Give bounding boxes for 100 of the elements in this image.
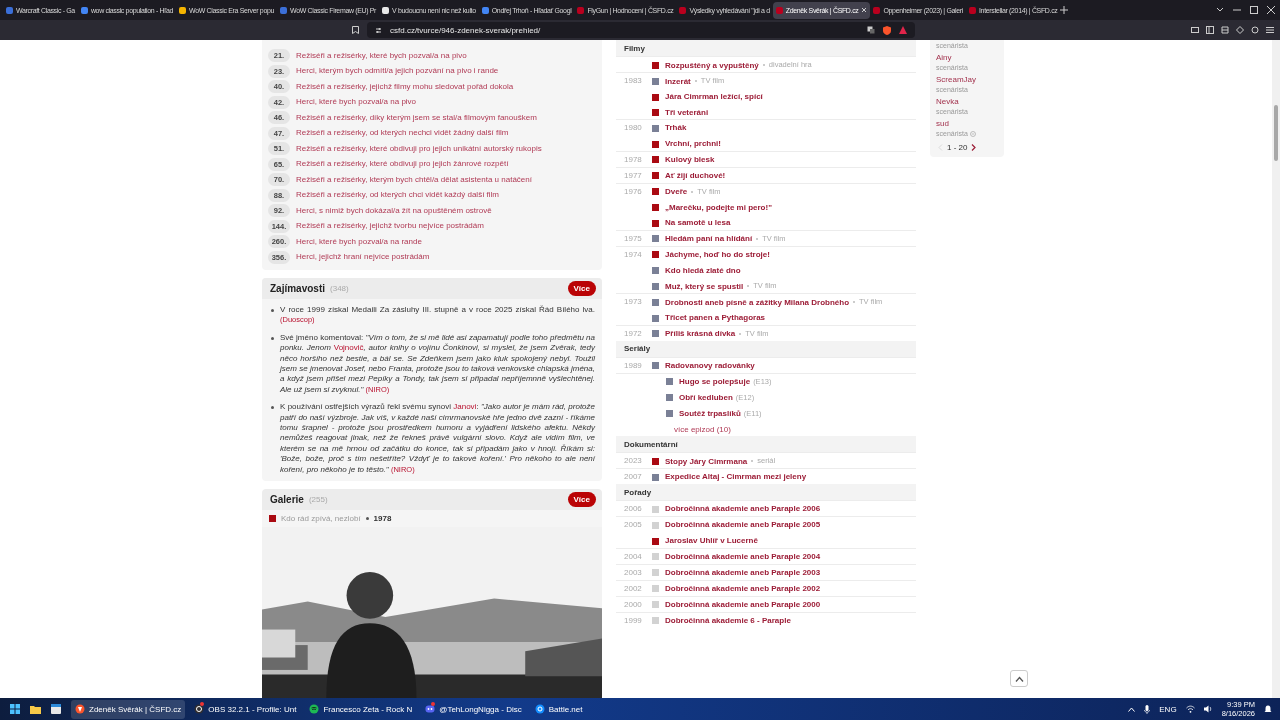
title-link[interactable]: Radovanovy radovánky bbox=[665, 360, 755, 370]
person-link[interactable]: Vojnovič bbox=[333, 343, 364, 353]
shield-icon[interactable] bbox=[883, 25, 891, 35]
favicon-icon bbox=[481, 6, 489, 14]
taskbar-app[interactable]: Zdeněk Svěrák | ČSFD.cz bbox=[71, 699, 186, 719]
ranking-link[interactable]: Režiséři a režisérky, kterým bych chtěl/a dělat asistenta u natáčení bbox=[296, 174, 532, 185]
year-label: 1978 bbox=[624, 154, 643, 165]
title-link[interactable]: Drobnosti aneb písně a zážitky Milana Drobného bbox=[665, 297, 850, 307]
scrollbar[interactable] bbox=[1272, 40, 1280, 698]
title-link[interactable]: Dobročinná akademie aneb Paraple 2004 bbox=[665, 551, 821, 561]
notification-icon[interactable] bbox=[1264, 704, 1272, 714]
title-link[interactable]: Rozpuštěný a vypuštěný bbox=[665, 60, 759, 70]
warning-icon[interactable] bbox=[899, 26, 907, 34]
title-link[interactable]: Muž, který se spustil bbox=[665, 281, 744, 291]
extension-icon[interactable] bbox=[1206, 26, 1214, 34]
more-button[interactable]: Více bbox=[567, 281, 596, 296]
title-link[interactable]: Kulový blesk bbox=[665, 154, 715, 164]
ranking-link[interactable]: Herci, které bych pozval/a na rande bbox=[296, 236, 422, 247]
section-header: Seriály bbox=[616, 340, 916, 357]
app-icon bbox=[309, 704, 320, 714]
title-link[interactable]: Dobročinná akademie aneb Paraple 2003 bbox=[665, 567, 821, 577]
ranking-link[interactable]: Režiséři a režisérky, které obdivuji pro jejich žánrové rozpětí bbox=[296, 159, 509, 170]
address-bar[interactable]: csfd.cz/tvurce/946-zdenek-sverak/prehled/ bbox=[367, 22, 915, 38]
title-link[interactable]: Dveře bbox=[665, 187, 688, 196]
title-link[interactable]: Dobročinná akademie aneb Paraple 2005 bbox=[665, 520, 821, 529]
ranking-link[interactable]: Režiséři a režisérky, jejichž tvorbu nejvíce postrádám bbox=[296, 221, 484, 232]
bullet-dot bbox=[271, 309, 274, 312]
episode-link[interactable]: Obří kedluben bbox=[679, 393, 733, 402]
title-link[interactable]: Jáchyme, hoď ho do stroje! bbox=[665, 249, 770, 259]
title-link[interactable]: Kdo hledá zlaté dno bbox=[665, 265, 741, 275]
microphone-icon[interactable] bbox=[1144, 704, 1151, 714]
title-link[interactable]: Tři veteráni bbox=[665, 107, 709, 117]
ranking-link[interactable]: Režiséři a režisérky, které bych pozval/a na pivo bbox=[296, 50, 467, 61]
dropdown-icon[interactable] bbox=[1216, 7, 1224, 13]
ranking-link[interactable]: Herci, kterým bych odmítl/a jejich pozvání na pivo i rande bbox=[296, 66, 499, 77]
episode-link[interactable]: Hugo se polepšuje bbox=[679, 377, 751, 386]
title-link[interactable]: Vrchní, prchni! bbox=[665, 139, 721, 148]
ranking-link[interactable]: Režiséři a režisérky, od kterých nechci vidět žádný další film bbox=[296, 128, 509, 139]
title-link[interactable]: Dobročinná akademie 6 - Paraple bbox=[665, 615, 791, 625]
minimize-icon[interactable] bbox=[1233, 6, 1241, 14]
title-link[interactable]: Stopy Járy Cimrmana bbox=[665, 456, 748, 466]
bookmark-icon[interactable] bbox=[352, 26, 359, 34]
maximize-icon[interactable] bbox=[1250, 6, 1258, 14]
year-label: 1972 bbox=[624, 328, 643, 339]
episode-link[interactable]: Soutěž trpaslíků bbox=[679, 409, 741, 418]
windows-icon[interactable] bbox=[10, 704, 20, 714]
ranking-link[interactable]: Režiséři a režisérky, od kterých chci vidět každý další film bbox=[296, 190, 500, 201]
ranking-link[interactable]: Režiséři a režisérky, jejichž filmy mohu sledovat pořád dokola bbox=[296, 81, 514, 92]
scroll-top-button[interactable] bbox=[1010, 670, 1028, 687]
calendar-icon[interactable] bbox=[51, 704, 61, 714]
ranking-link[interactable]: Herci, s nimiž bych dokázal/a žít na opuštěném ostrově bbox=[296, 205, 492, 216]
year-label: 1983 bbox=[624, 76, 643, 86]
year-label: 2005 bbox=[624, 520, 643, 530]
title-link[interactable]: Ať žijí duchové! bbox=[665, 170, 726, 180]
wifi-icon[interactable] bbox=[1185, 705, 1195, 713]
extension-icon[interactable] bbox=[1191, 26, 1199, 34]
scrollbar-thumb[interactable] bbox=[1274, 105, 1278, 161]
year-label: 2002 bbox=[624, 583, 643, 594]
title-link[interactable]: Expedice Altaj - Cimrman mezi jeleny bbox=[665, 472, 807, 481]
year-label: 2006 bbox=[624, 504, 643, 514]
title-link[interactable]: Třicet panen a Pythagoras bbox=[665, 313, 766, 322]
folder-icon[interactable] bbox=[30, 704, 41, 714]
speaker-icon[interactable] bbox=[1203, 705, 1213, 713]
language-indicator[interactable]: ENG bbox=[1159, 704, 1177, 714]
taskbar-app[interactable]: Battle.net bbox=[530, 699, 587, 719]
ranking-link[interactable]: Režiséři a režisérky, díky kterým jsem se stal/a filmovým fanouškem bbox=[296, 112, 537, 123]
title-link[interactable]: Trhák bbox=[665, 123, 687, 132]
user-link[interactable]: sud bbox=[936, 119, 998, 129]
close-icon[interactable] bbox=[861, 7, 868, 13]
title-link[interactable]: Dobročinná akademie aneb Paraple 2002 bbox=[665, 583, 821, 593]
favicon-icon bbox=[679, 6, 687, 14]
title-link[interactable]: Dobročinná akademie aneb Paraple 2000 bbox=[665, 599, 821, 609]
chevron-right-icon[interactable] bbox=[971, 144, 977, 151]
title-link[interactable]: Jaroslav Uhlíř v Lucerně bbox=[665, 536, 758, 545]
chevron-up-icon[interactable] bbox=[1128, 706, 1136, 712]
title-link[interactable]: Inzerát bbox=[665, 76, 691, 86]
close-icon[interactable] bbox=[1267, 6, 1275, 14]
menu-icon[interactable] bbox=[1266, 26, 1274, 34]
user-link[interactable]: Nevka bbox=[936, 97, 998, 107]
extension-icon[interactable] bbox=[1221, 26, 1229, 34]
favicon-icon bbox=[382, 6, 390, 14]
title-link[interactable]: Jára Cimrman ležící, spící bbox=[665, 92, 763, 101]
new-tab-icon[interactable] bbox=[1060, 6, 1069, 14]
user-link[interactable]: ScreamJay bbox=[936, 75, 998, 85]
site-info-icon[interactable] bbox=[375, 26, 382, 34]
more-button[interactable]: Více bbox=[567, 492, 596, 508]
title-link[interactable]: Příliš krásná dívka bbox=[665, 329, 736, 338]
title-link[interactable]: Na samotě u lesa bbox=[665, 218, 731, 227]
photo-caption: Kdo rád zpívá, nezlobí bbox=[281, 514, 361, 524]
title-link[interactable]: „Marečku, podejte mi pero!" bbox=[665, 202, 772, 212]
taskbar-app[interactable]: OBS 32.2.1 - Profile: Unt bbox=[190, 699, 301, 719]
ranking-link[interactable]: Herci, které bych pozval/a na pivo bbox=[296, 97, 417, 108]
more-episodes-link[interactable]: více epizod (10) bbox=[674, 424, 731, 434]
title-link[interactable]: Hledám paní na hlídání bbox=[665, 234, 753, 243]
ranking-link[interactable]: Herci, jejichž hraní nejvíce postrádám bbox=[296, 252, 430, 263]
title-link[interactable]: Dobročinná akademie aneb Paraple 2006 bbox=[665, 504, 821, 513]
taskbar-app[interactable]: Francesco Zeta - Rock N bbox=[305, 699, 417, 719]
taskbar-app[interactable]: @TehLongNigga - Disc bbox=[421, 699, 526, 719]
user-link[interactable]: Ainy bbox=[936, 53, 998, 63]
ranking-link[interactable]: Režiséři a režisérky, které obdivuji pro jejich unikátní autorský rukopis bbox=[296, 143, 542, 154]
